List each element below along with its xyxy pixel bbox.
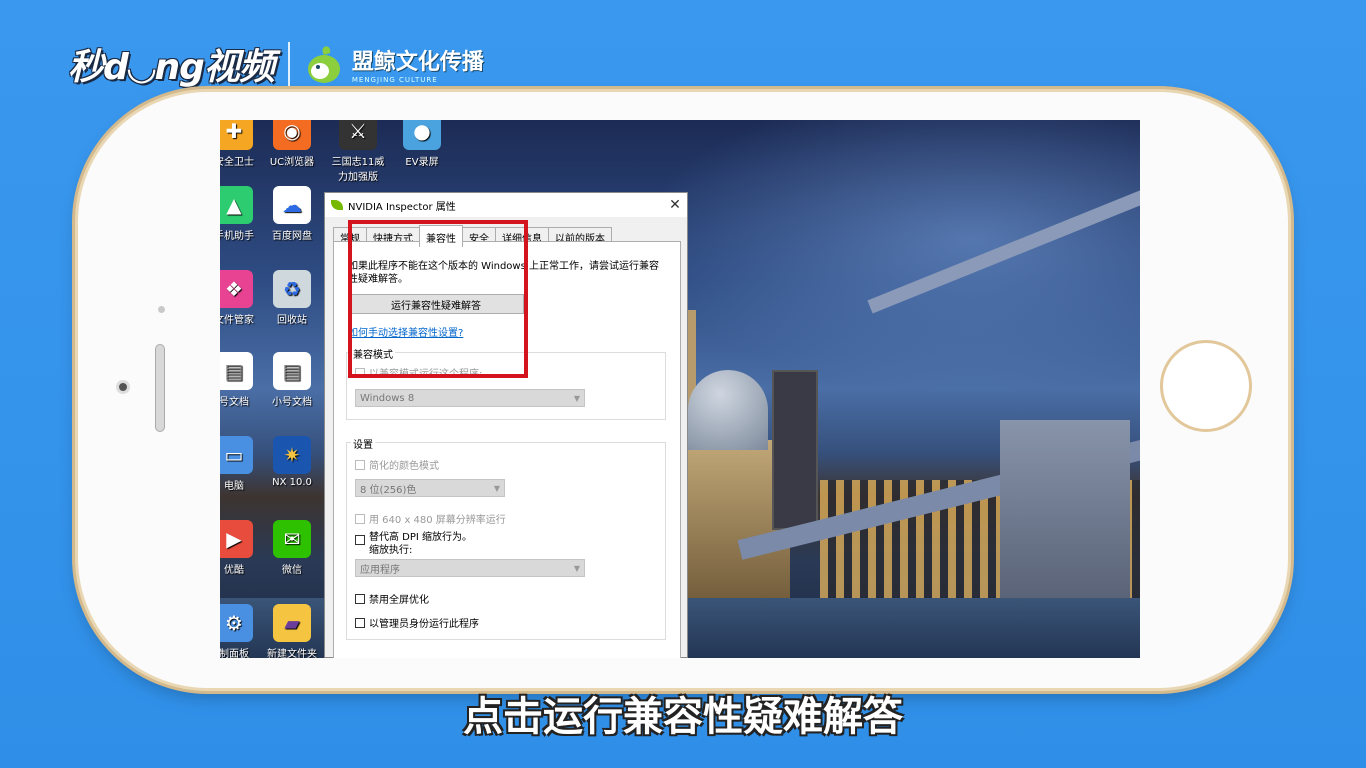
checkbox-box xyxy=(355,617,365,628)
chevron-down-icon: ▼ xyxy=(573,393,580,403)
phone-speaker xyxy=(155,344,165,432)
reduced-color-checkbox[interactable]: 简化的颜色模式 xyxy=(355,457,439,472)
dpi-scaling-select[interactable]: 应用程序 ▼ xyxy=(355,559,585,577)
desktop-icon-label: UC浏览器 xyxy=(269,157,315,168)
game-pk-icon: ⚔ xyxy=(339,120,377,150)
os-version-value: Windows 8 xyxy=(360,392,415,404)
desktop-icon[interactable]: ▤ 号文档 xyxy=(220,352,262,408)
nvidia-leaf-icon xyxy=(331,200,343,210)
desktop-icon[interactable]: ♻ 回收站 xyxy=(264,270,320,326)
document-icon: ▤ xyxy=(273,352,311,390)
nx-icon: ✷ xyxy=(273,436,311,474)
control-panel-icon: ⚙ xyxy=(220,604,253,642)
desktop-icon[interactable]: ▭ 电脑 xyxy=(220,436,262,492)
dpi-sub-label: 缩放执行: xyxy=(369,545,413,556)
desktop-icon-label: 小号文档 xyxy=(272,397,312,408)
front-camera xyxy=(116,380,130,394)
reduced-color-label: 简化的颜色模式 xyxy=(369,461,439,472)
recycle-bin-icon: ♻ xyxy=(273,270,311,308)
video-icon: ▶ xyxy=(220,520,253,558)
shield-icon: ✚ xyxy=(220,120,253,150)
desktop-icon[interactable]: ◉ UC浏览器 xyxy=(264,120,320,168)
checkbox-box xyxy=(355,459,365,470)
desktop-icon[interactable]: ▰ 新建文件夹 xyxy=(264,604,320,658)
wechat-icon: ✉ xyxy=(273,520,311,558)
baidu-cloud-icon: ☁ xyxy=(273,186,311,224)
desktop-icon-label: 三国志11威力加强版 xyxy=(331,157,385,183)
desktop-icon-label: 文件管家 xyxy=(220,315,254,326)
chevron-down-icon: ▼ xyxy=(573,563,580,573)
desktop-icon-label: 号文档 xyxy=(220,397,249,408)
color-depth-value: 8 位(256)色 xyxy=(360,484,417,496)
close-icon[interactable]: ✕ xyxy=(663,197,687,213)
desktop-icon-label: 安全卫士 xyxy=(220,157,254,168)
desktop-icon[interactable]: ▲ 手机助手 xyxy=(220,186,262,242)
brand-header: 秒d◡ng视频 盟鲸文化传播 MENGJING CULTURE xyxy=(68,38,484,90)
desktop-icon-label: 新建文件夹 xyxy=(267,649,317,658)
checkbox-box xyxy=(355,513,365,524)
desktop-screen: ✚ 安全卫士 ◉ UC浏览器 ⚔ 三国志11威力加强版 ● EV录屏 ▲ 手机助… xyxy=(220,120,1140,658)
dpi-override-text: 替代高 DPI 缩放行为。 缩放执行: xyxy=(369,531,472,557)
res-640-label: 用 640 x 480 屏幕分辨率运行 xyxy=(369,515,506,526)
run-as-admin-checkbox[interactable]: 以管理员身份运行此程序 xyxy=(355,615,479,630)
desktop-icon-label: 回收站 xyxy=(277,315,307,326)
company-name: 盟鲸文化传播 xyxy=(351,50,484,75)
color-depth-select[interactable]: 8 位(256)色 ▼ xyxy=(355,479,505,497)
folder-icon: ▰ xyxy=(273,604,311,642)
disable-fullscreen-checkbox[interactable]: 禁用全屏优化 xyxy=(355,591,429,606)
dpi-scaling-value: 应用程序 xyxy=(360,564,400,576)
desktop-icon[interactable]: ☁ 百度网盘 xyxy=(264,186,320,242)
dpi-override-checkbox[interactable]: 替代高 DPI 缩放行为。 缩放执行: xyxy=(355,531,472,557)
brand-divider xyxy=(287,42,290,86)
desktop-icon-label: 微信 xyxy=(282,565,302,576)
computer-icon: ▭ xyxy=(220,436,253,474)
document-icon: ▤ xyxy=(220,352,253,390)
desktop-icon-label: EV录屏 xyxy=(405,157,439,168)
tab-compatibility[interactable]: 兼容性 xyxy=(419,225,463,247)
desktop-icon[interactable]: ✷ NX 10.0 xyxy=(264,436,320,488)
home-button[interactable] xyxy=(1160,340,1252,432)
desktop-icon[interactable]: ● EV录屏 xyxy=(394,120,450,168)
checkbox-box xyxy=(355,593,365,604)
whale-logo-icon xyxy=(304,41,344,87)
company-subtitle: MENGJING CULTURE xyxy=(351,76,438,84)
desktop-icon[interactable]: ▶ 优酷 xyxy=(220,520,262,576)
settings-group: 设置 简化的颜色模式 8 位(256)色 ▼ 用 640 x 480 屏幕分辨率… xyxy=(346,436,666,640)
ev-recorder-icon: ● xyxy=(403,120,441,150)
desktop-icon-label: 电脑 xyxy=(224,481,244,492)
tutorial-subtitle: 点击运行兼容性疑难解答 xyxy=(463,694,903,740)
settings-label: 设置 xyxy=(351,436,375,451)
phone-assistant-icon: ▲ xyxy=(220,186,253,224)
disable-fullscreen-label: 禁用全屏优化 xyxy=(369,595,429,606)
desktop-icon[interactable]: ⚔ 三国志11威力加强版 xyxy=(328,120,388,183)
file-manager-icon: ❖ xyxy=(220,270,253,308)
desktop-icon-label: NX 10.0 xyxy=(272,477,312,488)
dialog-title: NVIDIA Inspector 属性 xyxy=(348,201,456,213)
run-as-admin-label: 以管理员身份运行此程序 xyxy=(369,619,479,630)
miaodong-logo: 秒d◡ng视频 xyxy=(68,47,275,88)
res-640-checkbox[interactable]: 用 640 x 480 屏幕分辨率运行 xyxy=(355,511,506,526)
desktop-icon-label: 百度网盘 xyxy=(272,231,312,242)
desktop-icon-label: 优酷 xyxy=(224,565,244,576)
desktop-icon[interactable]: ⚙ 制面板 xyxy=(220,604,262,658)
dialog-title-bar[interactable]: NVIDIA Inspector 属性 ✕ xyxy=(325,193,687,217)
desktop-icon[interactable]: ❖ 文件管家 xyxy=(220,270,262,326)
sensor-dot xyxy=(158,306,165,313)
desktop-icon-label: 制面板 xyxy=(220,649,249,658)
chevron-down-icon: ▼ xyxy=(493,483,500,493)
checkbox-box xyxy=(355,535,365,545)
desktop-icon[interactable]: ▤ 小号文档 xyxy=(264,352,320,408)
dpi-override-label: 替代高 DPI 缩放行为。 xyxy=(369,532,473,543)
desktop-icon[interactable]: ✉ 微信 xyxy=(264,520,320,576)
desktop-icon[interactable]: ✚ 安全卫士 xyxy=(220,120,262,168)
wallpaper-tower xyxy=(772,370,818,530)
uc-browser-icon: ◉ xyxy=(273,120,311,150)
os-version-select[interactable]: Windows 8 ▼ xyxy=(355,389,585,407)
wallpaper-dome xyxy=(688,370,768,450)
desktop-icon-label: 手机助手 xyxy=(220,231,254,242)
